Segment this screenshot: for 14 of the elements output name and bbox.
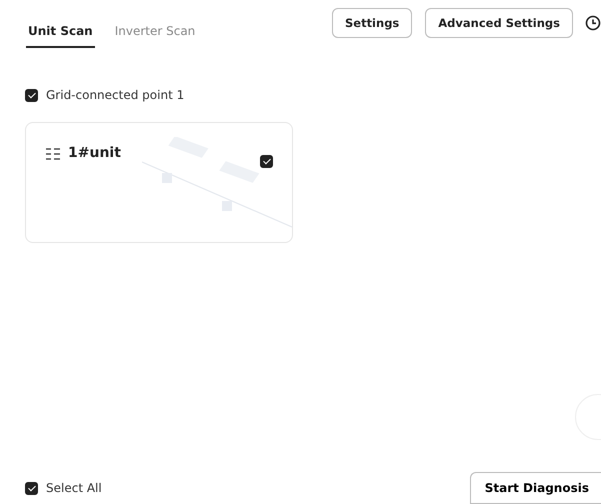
tab[interactable]: Unit Scan <box>26 16 95 48</box>
select-all-checkbox[interactable] <box>25 482 38 494</box>
group-label: Grid-connected point 1 <box>46 88 184 102</box>
clock-icon[interactable] <box>585 15 601 31</box>
tab[interactable]: Inverter Scan <box>112 16 198 48</box>
settings-button[interactable]: Settings <box>332 8 412 38</box>
group-checkbox[interactable] <box>25 88 38 102</box>
advanced-settings-button[interactable]: Advanced Settings <box>425 8 573 38</box>
unit-card[interactable]: 1#unit <box>25 122 293 243</box>
start-diagnosis-button[interactable]: Start Diagnosis <box>470 472 601 504</box>
select-all-label: Select All <box>46 481 102 495</box>
unit-checkbox[interactable] <box>260 155 273 168</box>
list-icon <box>46 148 60 160</box>
unit-name: 1#unit <box>68 145 121 161</box>
